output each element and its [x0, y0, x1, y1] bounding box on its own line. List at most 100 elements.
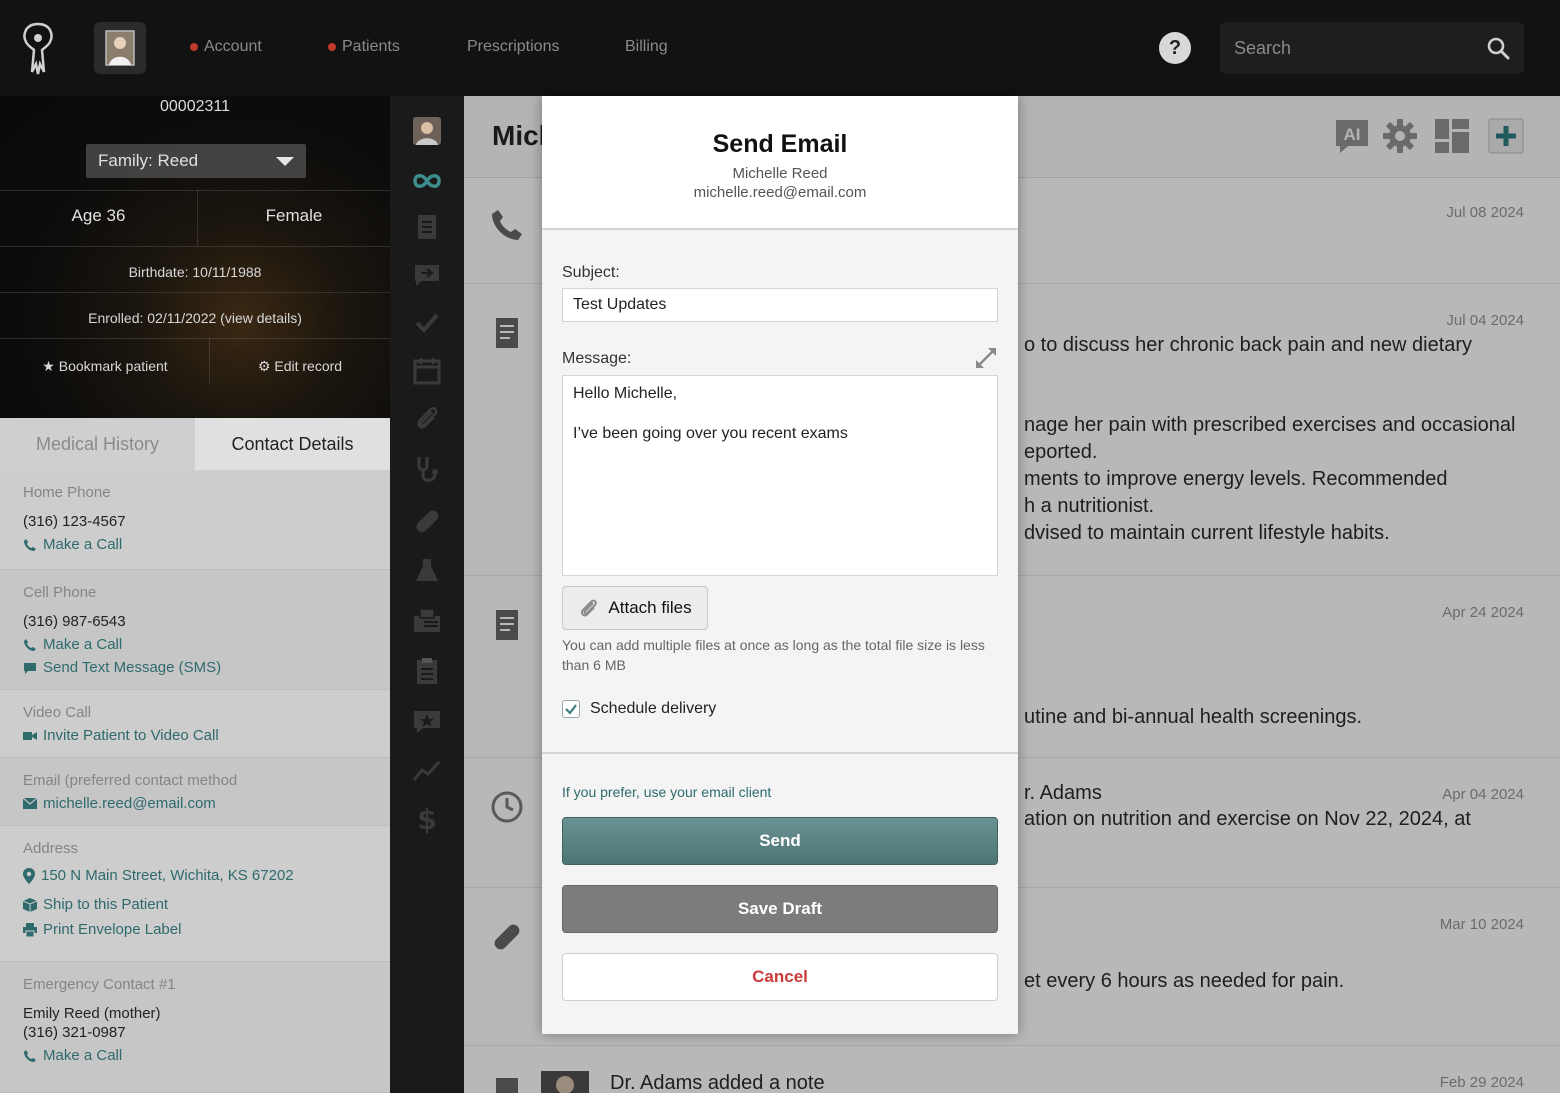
patient-avatar-icon[interactable] [412, 116, 442, 146]
help-button[interactable]: ? [1159, 32, 1191, 64]
timeline-text: utine and bi-annual health screenings. [1024, 706, 1363, 728]
print-envelope-link[interactable]: Print Envelope Label [23, 921, 390, 938]
save-draft-button[interactable]: Save Draft [562, 885, 998, 933]
contact-emergency: Emergency Contact #1 Emily Reed (mother)… [0, 962, 390, 1093]
edit-label: Edit record [274, 358, 343, 374]
user-avatar[interactable] [94, 22, 146, 74]
timeline-text: r. Adams [1024, 782, 1102, 804]
calendar-icon[interactable] [412, 356, 442, 386]
contact-details-list: Home Phone (316) 123-4567 Make a Call Ce… [0, 470, 390, 1093]
ship-to-patient-link[interactable]: Ship to this Patient [23, 896, 390, 913]
timeline-item[interactable]: Dr. Adams added a note Feb 29 2024 [464, 1046, 1560, 1093]
timeline-text: ments to improve energy levels. Recommen… [1024, 468, 1448, 490]
clock-icon [491, 791, 523, 823]
nav-label: Account [204, 38, 262, 55]
email-link[interactable]: michelle.reed@email.com [23, 795, 390, 812]
edit-record-button[interactable]: ⚙ Edit record [210, 358, 390, 375]
fax-icon[interactable] [412, 606, 442, 636]
timeline-text: Dr. Adams added a note [610, 1072, 825, 1093]
tab-contact-details[interactable]: Contact Details [195, 418, 390, 478]
cancel-button[interactable]: Cancel [562, 953, 998, 1001]
bookmark-patient-button[interactable]: ★ Bookmark patient [0, 358, 210, 375]
user-photo-icon [105, 30, 135, 66]
schedule-delivery-checkbox[interactable] [562, 700, 580, 718]
logo-icon[interactable] [18, 20, 58, 76]
send-sms-link[interactable]: Send Text Message (SMS) [23, 659, 390, 676]
make-call-link[interactable]: Make a Call [23, 536, 390, 553]
dashboard-icon[interactable] [1434, 118, 1470, 154]
stethoscope-icon[interactable] [412, 454, 442, 484]
svg-text:$: $ [417, 804, 436, 834]
message-forward-icon[interactable] [412, 260, 442, 290]
pill-icon[interactable] [412, 506, 442, 536]
chart-icon[interactable] [412, 756, 442, 786]
dollar-icon[interactable]: $ [412, 804, 442, 834]
link-label: Ship to this Patient [43, 896, 169, 913]
expand-icon[interactable] [974, 346, 998, 370]
timeline-text: nage her pain with prescribed exercises … [1024, 414, 1516, 436]
family-select[interactable]: Family: Reed [86, 144, 306, 178]
timeline-text: h a nutritionist. [1024, 495, 1155, 517]
clipboard-icon[interactable] [412, 656, 442, 686]
star-message-icon[interactable] [412, 706, 442, 736]
schedule-delivery-label: Schedule delivery [590, 700, 717, 717]
timeline-text: dvised to maintain current lifestyle hab… [1024, 522, 1390, 544]
timeline-date: Feb 29 2024 [1439, 1074, 1524, 1091]
timeline-text: eported. [1024, 441, 1098, 463]
address-link[interactable]: 150 N Main Street, Wichita, KS 67202 [23, 867, 390, 884]
paperclip-icon[interactable] [412, 404, 442, 434]
phone-icon [492, 210, 522, 240]
nav-billing[interactable]: Billing [625, 38, 668, 56]
contact-label: Email (preferred contact method [23, 772, 238, 789]
infinity-icon[interactable] [412, 166, 442, 196]
search-box [1220, 22, 1524, 74]
contact-home-phone: Home Phone (316) 123-4567 Make a Call [0, 470, 390, 570]
message-textarea[interactable]: Hello Michelle, I’ve been going over you… [562, 375, 998, 576]
svg-text:AI: AI [1344, 125, 1361, 144]
plus-icon[interactable] [1488, 118, 1524, 154]
check-icon[interactable] [412, 308, 442, 338]
contact-label: Video Call [23, 704, 92, 721]
icon-rail: $ [390, 96, 464, 1093]
email-client-link[interactable]: If you prefer, use your email client [562, 784, 771, 800]
envelope-icon [23, 798, 37, 809]
ai-icon[interactable]: AI [1334, 118, 1370, 154]
contact-label: Home Phone [23, 484, 111, 501]
send-button[interactable]: Send [562, 817, 998, 865]
contact-cell-phone: Cell Phone (316) 987-6543 Make a Call Se… [0, 570, 390, 690]
search-input[interactable] [1234, 22, 1474, 74]
gear-icon: ⚙ [257, 358, 271, 374]
make-call-link[interactable]: Make a Call [23, 636, 390, 653]
divider [0, 292, 390, 293]
recipient-name: Michelle Reed [732, 165, 828, 182]
timeline-date: Apr 24 2024 [1442, 604, 1524, 621]
bookmark-label: Bookmark patient [58, 358, 168, 374]
attach-files-button[interactable]: Attach files [562, 586, 708, 630]
contact-video-call: Video Call Invite Patient to Video Call [0, 690, 390, 758]
link-label: michelle.reed@email.com [43, 795, 216, 812]
subject-input[interactable] [562, 288, 998, 322]
contact-label: Emergency Contact #1 [23, 976, 176, 993]
search-icon[interactable] [1486, 36, 1510, 60]
nav-prescriptions[interactable]: Prescriptions [467, 38, 559, 56]
status-dot [328, 43, 336, 51]
schedule-delivery-row[interactable]: Schedule delivery [562, 700, 716, 718]
top-bar: Account Patients Prescriptions Billing ? [0, 0, 1560, 96]
contact-value: Emily Reed (mother) [23, 1005, 161, 1022]
link-label: Make a Call [43, 536, 123, 553]
nav-account[interactable]: Account [190, 38, 262, 56]
patient-enrolled[interactable]: Enrolled: 02/11/2022 (view details) [0, 310, 390, 326]
contact-email: Email (preferred contact method michelle… [0, 758, 390, 826]
dialog-title: Send Email [712, 130, 848, 158]
divider [0, 190, 390, 191]
tab-medical-history[interactable]: Medical History [0, 418, 195, 470]
printer-icon [23, 922, 37, 937]
make-call-link[interactable]: Make a Call [23, 1047, 390, 1064]
status-dot [190, 43, 198, 51]
gear-icon[interactable] [1382, 118, 1418, 154]
nav-patients[interactable]: Patients [328, 38, 400, 56]
flask-icon[interactable] [412, 556, 442, 586]
invite-video-call-link[interactable]: Invite Patient to Video Call [23, 727, 390, 744]
notes-icon[interactable] [412, 212, 442, 242]
map-pin-icon [23, 867, 35, 884]
